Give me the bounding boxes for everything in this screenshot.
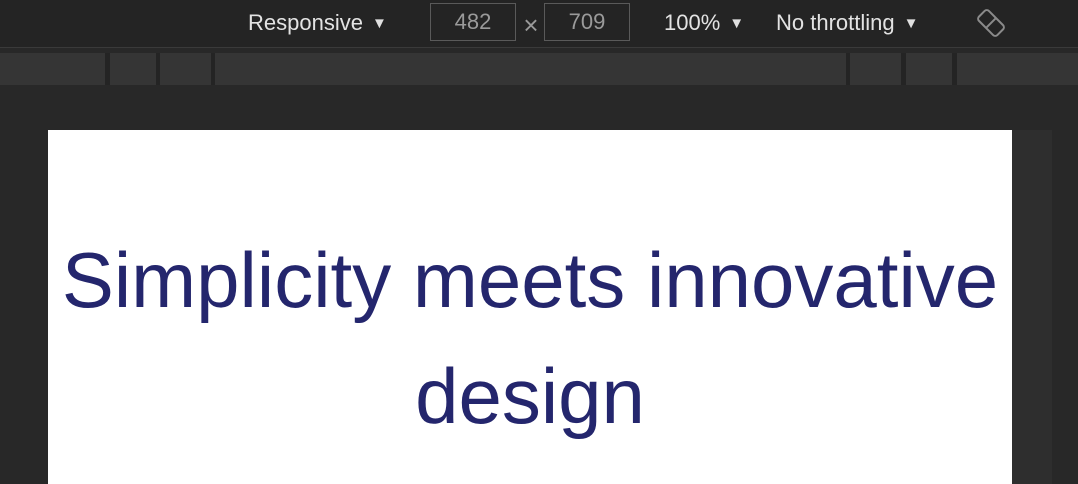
rotate-device-icon[interactable] [976,8,1006,38]
throttle-select-label: No throttling [776,10,895,35]
viewport-scrollbar[interactable] [1012,130,1052,484]
zoom-select[interactable]: 100% ▼ [664,0,744,46]
width-input[interactable] [430,3,516,41]
media-query-segment[interactable] [110,53,156,85]
emulated-page: Simplicity meets innovative design [48,130,1012,484]
media-query-segment[interactable] [160,53,211,85]
height-input[interactable] [544,3,630,41]
times-icon: × [523,10,539,40]
media-query-segment[interactable] [215,53,846,85]
chevron-down-icon: ▼ [903,14,919,32]
hero-heading: Simplicity meets innovative design [61,236,999,440]
media-query-segment[interactable] [850,53,901,85]
media-query-segment[interactable] [906,53,952,85]
device-select[interactable]: Responsive ▼ [248,0,387,46]
media-query-bar [0,53,1078,85]
chevron-down-icon: ▼ [371,14,387,32]
media-query-segment[interactable] [0,53,105,85]
zoom-select-label: 100% [664,10,721,35]
media-query-segment[interactable] [957,53,1078,85]
throttle-select[interactable]: No throttling ▼ [776,0,918,46]
device-toolbar: Responsive ▼ × 100% ▼ No throttling ▼ [0,0,1078,48]
device-select-label: Responsive [248,10,363,35]
chevron-down-icon: ▼ [729,14,745,32]
